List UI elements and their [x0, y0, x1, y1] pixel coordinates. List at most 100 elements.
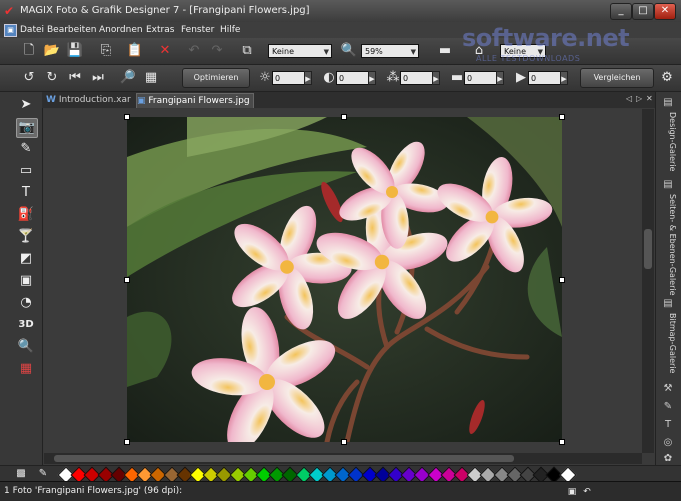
menu-hilfe[interactable]: Hilfe: [220, 25, 240, 35]
menu-extras[interactable]: Extras: [146, 25, 174, 35]
optimize-button[interactable]: Optimieren: [182, 68, 250, 88]
3d-tool-icon[interactable]: 3D: [16, 316, 36, 334]
status-bar: 1 Foto 'Frangipani Flowers.jpg' (96 dpi)…: [0, 481, 681, 501]
design-gallery-icon[interactable]: ▤: [661, 96, 675, 110]
new-file-icon[interactable]: 🗋: [20, 42, 38, 60]
temperature-input[interactable]: 0: [464, 71, 500, 85]
freehand-tool-icon[interactable]: ✎: [16, 140, 36, 158]
tab-next-icon[interactable]: ▷: [636, 94, 642, 103]
document-menu-icon[interactable]: ▣: [4, 24, 17, 37]
tab-prev-icon[interactable]: ◁: [626, 94, 632, 103]
tab-bitmap-gallery[interactable]: Bitmap-Galerie: [659, 313, 677, 373]
zoom-value: 59%: [365, 47, 383, 56]
selection-handle[interactable]: [559, 439, 565, 445]
line-width-icon[interactable]: ▬: [430, 42, 460, 60]
brightness-arrow[interactable]: ▶: [304, 71, 312, 85]
saturation-arrow[interactable]: ▶: [432, 71, 440, 85]
sharpness-arrow[interactable]: ▶: [560, 71, 568, 85]
no-color-icon[interactable]: ▩: [14, 465, 28, 479]
tab-introduction[interactable]: W Introduction.xar ✕: [46, 93, 132, 119]
transparency-tool-icon[interactable]: 🍸: [16, 228, 36, 246]
zoom-icon[interactable]: 🔍: [340, 42, 358, 60]
watermark: software.net: [462, 24, 630, 52]
selector-tool-icon[interactable]: ➤: [16, 96, 36, 114]
temperature-arrow[interactable]: ▶: [496, 71, 504, 85]
selection-handle[interactable]: [124, 114, 130, 120]
contrast-arrow[interactable]: ▶: [368, 71, 376, 85]
delete-icon[interactable]: ✕: [156, 42, 174, 60]
photo-tool-icon[interactable]: 📷: [16, 118, 38, 138]
tab-introduction-label: Introduction.xar: [58, 95, 131, 105]
selection-handle[interactable]: [341, 439, 347, 445]
histogram-icon[interactable]: ▦: [142, 69, 160, 87]
text-tool-icon[interactable]: T: [16, 184, 36, 202]
tab-layers-gallery[interactable]: Seiten- & Ebenen-Galerie: [659, 194, 677, 296]
vertical-scrollbar[interactable]: [642, 109, 654, 453]
canvas-area[interactable]: [44, 109, 642, 453]
bevel-tool-icon[interactable]: ▣: [16, 272, 36, 290]
view-quality-combo[interactable]: Keine ▼: [268, 44, 332, 58]
zoom-combo[interactable]: 59% ▼: [361, 44, 419, 58]
brightness-input[interactable]: 0: [272, 71, 308, 85]
close-button[interactable]: ✕: [654, 3, 676, 20]
next-photo-icon[interactable]: ⏭: [89, 69, 107, 87]
rotate-left-icon[interactable]: ↺: [20, 69, 38, 87]
gallery-tool-icon-4[interactable]: ◎: [661, 436, 675, 450]
transform-icon[interactable]: ⧉: [238, 42, 256, 60]
contour-tool-icon[interactable]: ◔: [16, 294, 36, 312]
sharpness-input[interactable]: 0: [528, 71, 564, 85]
copy-icon[interactable]: ⎘: [97, 42, 115, 60]
selection-handle[interactable]: [559, 277, 565, 283]
selection-handle[interactable]: [124, 277, 130, 283]
undo-icon[interactable]: ↶: [185, 42, 203, 60]
color-picker-tool-icon[interactable]: ▦: [16, 360, 36, 378]
chevron-down-icon: ▼: [410, 48, 416, 56]
status-snap-icon[interactable]: ▣: [565, 483, 579, 497]
contrast-input[interactable]: 0: [336, 71, 372, 85]
bitmap-gallery-icon[interactable]: ▤: [661, 297, 675, 311]
menu-bearbeiten[interactable]: Bearbeiten: [47, 25, 96, 35]
tab-close-all-icon[interactable]: ✕: [646, 94, 653, 103]
gallery-tool-icon-1[interactable]: ⚒: [661, 382, 675, 396]
settings-icon[interactable]: ⚙: [658, 69, 676, 87]
rotate-right-icon[interactable]: ↻: [43, 69, 61, 87]
horizontal-scroll-thumb[interactable]: [54, 455, 514, 462]
saturation-input[interactable]: 0: [400, 71, 436, 85]
tab-design-gallery[interactable]: Design-Galerie: [659, 112, 677, 182]
color-picker-icon[interactable]: ✎: [36, 465, 50, 479]
menu-anordnen[interactable]: Anordnen: [99, 25, 143, 35]
photo-toolbar: ↺ ↻ ⏮ ⏭ 🔎 ▦ Optimieren ☼ 0 ▶ ◐ 0 ▶ ⁂ 0 ▶…: [0, 65, 681, 92]
title-bar: ✔ MAGIX Foto & Grafik Designer 7 - [Fran…: [0, 0, 681, 22]
minimize-button[interactable]: _: [610, 3, 632, 20]
compare-button[interactable]: Vergleichen: [580, 68, 654, 88]
selection-handle[interactable]: [559, 114, 565, 120]
horizontal-scrollbar[interactable]: [44, 453, 642, 464]
view-quality-value: Keine: [272, 47, 294, 56]
open-folder-icon[interactable]: 📂: [43, 42, 61, 60]
gallery-tool-icon-3[interactable]: T: [661, 418, 675, 432]
menu-fenster[interactable]: Fenster: [181, 25, 214, 35]
magix-logo-icon[interactable]: ✔: [4, 4, 18, 18]
gallery-tool-icon-2[interactable]: ✎: [661, 400, 675, 414]
frangipani-photo[interactable]: [127, 117, 562, 442]
previous-photo-icon[interactable]: ⏮: [66, 69, 84, 87]
vertical-scroll-thumb[interactable]: [644, 229, 652, 269]
selection-handle[interactable]: [341, 114, 347, 120]
shadow-tool-icon[interactable]: ◩: [16, 250, 36, 268]
rectangle-tool-icon[interactable]: ▭: [16, 162, 36, 180]
layers-gallery-icon[interactable]: ▤: [661, 178, 675, 192]
maximize-button[interactable]: □: [632, 3, 654, 20]
status-undo-icon[interactable]: ↶: [580, 483, 594, 497]
redo-icon[interactable]: ↷: [208, 42, 226, 60]
gallery-tool-icon-5[interactable]: ✿: [661, 452, 675, 466]
save-icon[interactable]: 💾: [66, 42, 84, 60]
tab-frangipani[interactable]: ▣ Frangipani Flowers.jpg ✕: [136, 93, 254, 120]
paste-icon[interactable]: 📋: [126, 42, 144, 60]
xar-file-icon: W: [46, 95, 56, 105]
selection-handle[interactable]: [124, 439, 130, 445]
fill-tool-icon[interactable]: ⛽: [16, 206, 36, 224]
zoom-tool-icon[interactable]: 🔍: [16, 338, 36, 356]
magnifier-icon[interactable]: 🔎: [119, 69, 137, 87]
menu-datei[interactable]: Datei: [20, 25, 44, 35]
tool-panel: ➤ 📷 ✎ ▭ T ⛽ 🍸 ◩ ▣ ◔ 3D 🔍 ▦: [0, 92, 43, 465]
